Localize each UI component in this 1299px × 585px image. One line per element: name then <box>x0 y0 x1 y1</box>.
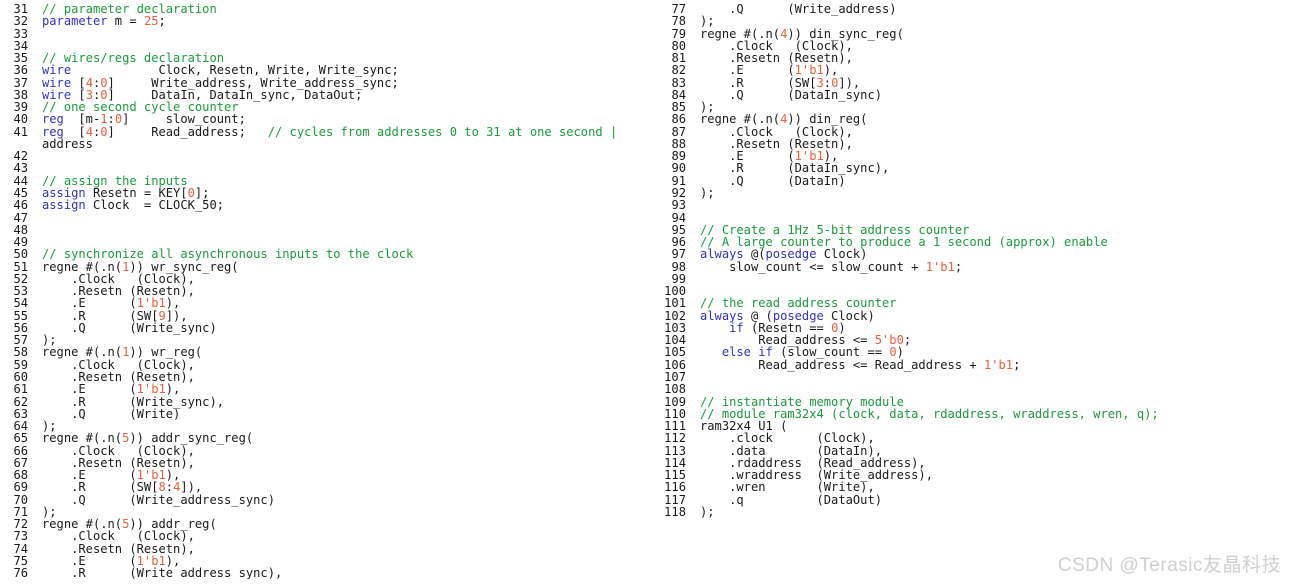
code-token: .q (DataOut) <box>700 492 883 507</box>
line-number: 101 <box>664 296 686 311</box>
line-number: 90 <box>671 161 686 176</box>
code-token: 1'b1 <box>983 357 1014 372</box>
code-editor[interactable]: 31 32 33 34 35 36 37 38 39 40 41 42 43 44 45 46 47 48 49 50… <box>0 0 1299 585</box>
code-token: ; <box>1013 357 1021 372</box>
code-token: ); <box>700 504 715 519</box>
code-line[interactable] <box>700 273 1299 285</box>
line-number: 113 <box>664 443 686 458</box>
code-token: .Q (Write_address) <box>700 2 897 16</box>
csdn-watermark: CSDN @Terasic友晶科技 <box>1057 555 1281 576</box>
line-number: 105 <box>664 345 686 360</box>
code-line[interactable]: // module ram32x4 (clock, data, rdaddres… <box>700 408 1299 420</box>
code-token: ; <box>954 259 963 274</box>
line-number: 94 <box>671 210 686 225</box>
line-number: 109 <box>664 394 686 409</box>
code-text-right[interactable]: .Q (Write_address)); regne #(.n(4)) din_s… <box>686 0 1299 518</box>
code-line[interactable]: slow_count <= slow_count + 1'b1; <box>700 259 1299 274</box>
code-line[interactable]: .Q (DataIn_sync) <box>700 89 1299 101</box>
line-number: 78 <box>671 14 686 29</box>
line-number: 82 <box>671 63 686 78</box>
line-number: 86 <box>671 112 686 127</box>
code-token: .Q (DataIn_sync) <box>700 87 883 102</box>
line-number: 93 <box>671 198 686 213</box>
code-token: slow_count <= slow_count + <box>700 259 926 274</box>
code-token: ; <box>903 333 912 348</box>
code-line[interactable]: .q (DataOut) <box>700 492 1299 507</box>
code-line[interactable]: ); <box>700 506 1299 518</box>
code-column-right[interactable]: 77 78 79 80 81 82 83 84 85 86 87 88 89 90 91 92 93 94 95 96… <box>0 0 1299 585</box>
code-line[interactable] <box>700 371 1299 383</box>
line-number-gutter-right: 77 78 79 80 81 82 83 84 85 86 87 88 89 90 91 92 93 94 95 96… <box>652 0 686 518</box>
line-number: 97 <box>671 247 686 262</box>
code-line[interactable]: .Q (DataIn) <box>700 175 1299 187</box>
code-token: .Q (DataIn) <box>700 173 846 188</box>
code-token: Read_address <= Read_address + <box>700 357 984 372</box>
line-number: 79 <box>671 26 686 41</box>
line-number: 116 <box>664 480 686 495</box>
line-number: 108 <box>664 382 686 397</box>
code-line[interactable]: ); <box>700 187 1299 199</box>
code-line[interactable] <box>700 199 1299 211</box>
code-line[interactable]: Read_address <= Read_address + 1'b1; <box>700 359 1299 371</box>
line-number: 118 <box>664 504 686 519</box>
code-line[interactable]: .Q (Write_address) <box>700 3 1299 15</box>
code-token: 1'b1 <box>925 259 955 274</box>
line-number: 98 <box>671 259 686 274</box>
line-number: 112 <box>664 431 686 446</box>
